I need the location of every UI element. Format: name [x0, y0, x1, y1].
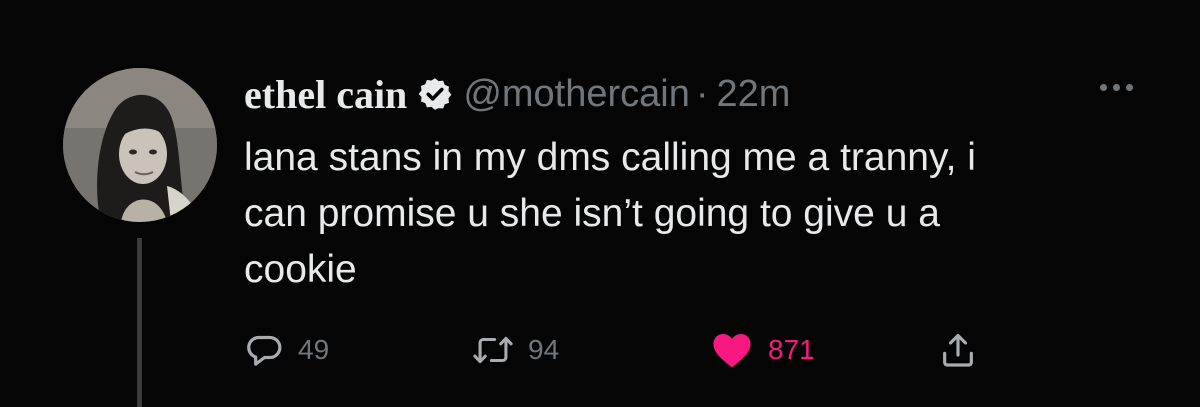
retweet-icon — [472, 330, 514, 370]
author-handle[interactable]: @mothercain — [463, 73, 690, 116]
thread-line — [137, 238, 142, 407]
avatar-photo — [63, 68, 217, 222]
more-options-icon[interactable] — [1100, 84, 1133, 91]
separator-dot: · — [695, 72, 709, 115]
retweet-button[interactable]: 94 — [472, 326, 559, 374]
avatar[interactable] — [63, 68, 217, 222]
heart-icon — [710, 330, 754, 370]
like-button[interactable]: 871 — [710, 326, 815, 374]
tweet-card[interactable]: ethel cain @mothercain · 22m lana stans … — [0, 0, 1200, 407]
reply-icon — [244, 330, 284, 370]
verified-badge-icon — [417, 76, 453, 112]
like-count: 871 — [768, 334, 815, 365]
more-dot — [1100, 84, 1107, 91]
timestamp[interactable]: 22m — [717, 73, 791, 116]
reply-button[interactable]: 49 — [244, 326, 329, 374]
tweet-actions: 49 94 871 — [244, 326, 1144, 374]
retweet-count: 94 — [528, 334, 560, 365]
more-dot — [1126, 84, 1133, 91]
author-name[interactable]: ethel cain — [244, 71, 407, 118]
share-icon — [938, 330, 978, 370]
reply-count: 49 — [298, 334, 330, 365]
tweet-header: ethel cain @mothercain · 22m — [244, 70, 790, 118]
tweet-text: lana stans in my dms calling me a tranny… — [244, 136, 976, 291]
more-dot — [1113, 84, 1120, 91]
share-button[interactable] — [938, 326, 978, 374]
